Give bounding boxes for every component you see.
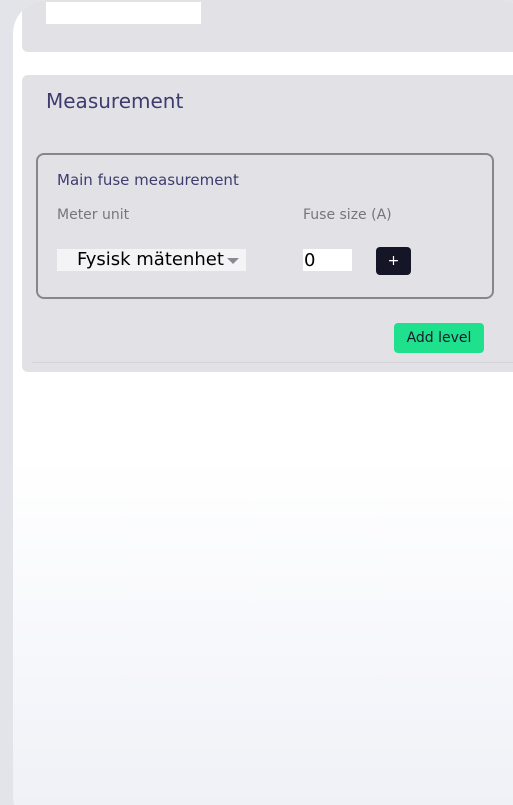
top-text-field[interactable] [46, 2, 201, 24]
measurement-card: Measurement Main fuse measurement Meter … [22, 75, 513, 372]
top-panel [22, 0, 513, 52]
fuse-size-label: Fuse size (A) [303, 207, 392, 223]
meter-unit-select[interactable]: Fysisk mätenhet [57, 249, 246, 271]
fuse-size-input[interactable] [303, 249, 352, 271]
app-screen: Measurement Main fuse measurement Meter … [13, 0, 513, 805]
add-level-button[interactable]: Add level [394, 323, 484, 353]
chevron-down-icon [227, 258, 239, 264]
meter-unit-value: Fysisk mätenhet [77, 249, 224, 270]
main-fuse-fieldset: Main fuse measurement Meter unit Fuse si… [36, 153, 494, 299]
meter-unit-label: Meter unit [57, 207, 130, 223]
main-fuse-legend: Main fuse measurement [57, 171, 239, 189]
add-fuse-button[interactable]: + [376, 247, 411, 275]
measurement-title: Measurement [46, 89, 184, 113]
card-divider [32, 362, 513, 363]
